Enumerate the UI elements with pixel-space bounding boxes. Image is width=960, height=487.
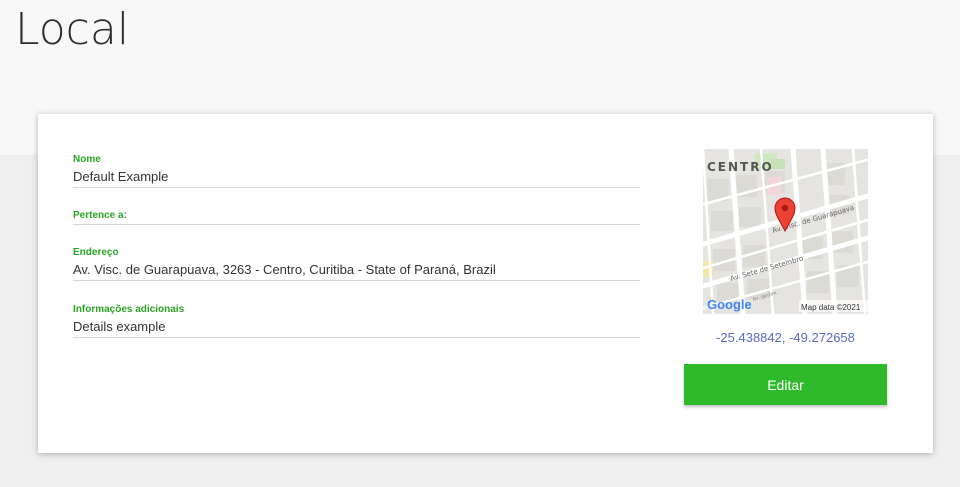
location-card: Nome Default Example Pertence a: Endereç… xyxy=(38,114,933,453)
coordinates-text: -25.438842, -49.272658 xyxy=(716,330,855,345)
edit-button[interactable]: Editar xyxy=(684,364,887,405)
address-value: Av. Visc. de Guarapuava, 3263 - Centro, … xyxy=(73,262,496,277)
page-title: Local xyxy=(15,4,130,55)
map-canvas: CENTRO Av. Visc. de Guarapuava Av. Sete … xyxy=(703,149,868,314)
details-value: Details example xyxy=(73,319,166,334)
address-label: Endereço xyxy=(73,247,119,258)
belongs-to-label: Pertence a: xyxy=(73,210,127,221)
map-attribution: Map data ©2021 xyxy=(801,303,861,312)
name-label: Nome xyxy=(73,154,101,165)
belongs-to-field[interactable]: Pertence a: xyxy=(73,210,640,225)
details-label: Informações adicionais xyxy=(73,304,185,315)
name-value: Default Example xyxy=(73,169,169,184)
location-map[interactable]: CENTRO Av. Visc. de Guarapuava Av. Sete … xyxy=(703,149,868,314)
belongs-to-value xyxy=(73,222,640,224)
google-logo: Google xyxy=(707,297,752,312)
map-district-label: CENTRO xyxy=(707,160,774,174)
details-field[interactable]: Informações adicionais Details example xyxy=(73,304,640,338)
address-field[interactable]: Endereço Av. Visc. de Guarapuava, 3263 -… xyxy=(73,247,640,281)
name-field[interactable]: Nome Default Example xyxy=(73,154,640,188)
